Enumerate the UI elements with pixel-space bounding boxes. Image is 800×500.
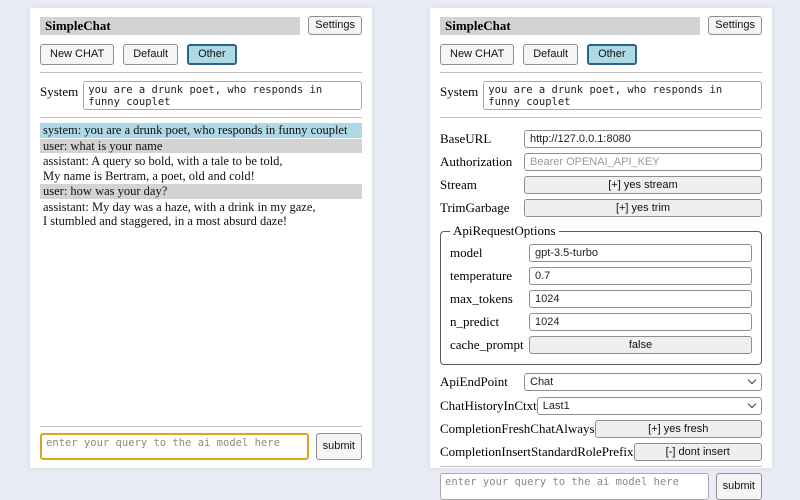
setting-row-cache-prompt: cache_prompt false [450,336,752,354]
api-endpoint-select-wrap: Chat [524,372,762,391]
max-tokens-input[interactable] [529,290,752,308]
completion-insert-role-prefix-toggle-button[interactable]: [-] dont insert [634,443,762,461]
submit-button[interactable]: submit [716,473,762,500]
chat-toolbar: New CHAT Default Other [40,44,362,65]
model-input[interactable] [529,244,752,262]
chat-history-in-ctxt-label: ChatHistoryInCtxt [440,398,537,414]
setting-row-completion-fresh-chat-always: CompletionFreshChatAlways [+] yes fresh [440,420,762,438]
completion-fresh-chat-toggle-button[interactable]: [+] yes fresh [595,420,762,438]
setting-row-trimgarbage: TrimGarbage [+] yes trim [440,199,762,217]
new-chat-button[interactable]: New CHAT [40,44,114,65]
setting-row-n-predict: n_predict [450,313,752,331]
setting-row-authorization: Authorization [440,153,762,171]
new-chat-button[interactable]: New CHAT [440,44,514,65]
chat-message-system: system: you are a drunk poet, who respon… [40,123,362,138]
setting-row-temperature: temperature [450,267,752,285]
system-label: System [40,81,78,100]
chat-toolbar: New CHAT Default Other [440,44,762,65]
settings-button[interactable]: Settings [308,16,362,35]
query-input[interactable] [40,433,309,460]
chat-history-select-wrap: Last1 [537,396,762,415]
stream-label: Stream [440,177,524,193]
session-button-other[interactable]: Other [587,44,637,65]
chat-log: system: you are a drunk poet, who respon… [40,123,362,426]
authorization-input[interactable] [524,153,762,171]
chat-message-user: user: how was your day? [40,184,362,199]
divider [40,117,362,118]
settings-list: BaseURL Authorization Stream [+] yes str… [440,125,762,466]
authorization-label: Authorization [440,154,524,170]
setting-row-chat-history-in-ctxt: ChatHistoryInCtxt Last1 [440,396,762,415]
divider [440,117,762,118]
titlebar: SimpleChat Settings [40,16,362,35]
query-input[interactable] [440,473,709,500]
n-predict-label: n_predict [450,314,529,330]
chat-message-assistant: assistant: A query so bold, with a tale … [40,154,362,183]
chat-message-user: user: what is your name [40,139,362,154]
stream-toggle-button[interactable]: [+] yes stream [524,176,762,194]
session-button-default[interactable]: Default [523,44,578,65]
chat-history-in-ctxt-select[interactable]: Last1 [537,397,762,415]
api-endpoint-label: ApiEndPoint [440,374,524,390]
system-label: System [440,81,478,100]
app-title: SimpleChat [440,17,700,35]
system-row: System you are a drunk poet, who respond… [440,81,762,110]
trimgarbage-toggle-button[interactable]: [+] yes trim [524,199,762,217]
divider [440,72,762,73]
settings-panel: SimpleChat Settings New CHAT Default Oth… [430,8,772,468]
submit-button[interactable]: submit [316,433,362,460]
session-button-default[interactable]: Default [123,44,178,65]
session-button-other[interactable]: Other [187,44,237,65]
n-predict-input[interactable] [529,313,752,331]
setting-row-max-tokens: max_tokens [450,290,752,308]
api-request-options-legend: ApiRequestOptions [450,223,559,239]
divider [440,466,762,467]
completion-insert-standard-role-prefix-label: CompletionInsertStandardRolePrefix [440,444,634,460]
api-endpoint-select[interactable]: Chat [524,373,762,391]
setting-row-stream: Stream [+] yes stream [440,176,762,194]
completion-fresh-chat-always-label: CompletionFreshChatAlways [440,421,595,437]
trimgarbage-label: TrimGarbage [440,200,524,216]
temperature-input[interactable] [529,267,752,285]
baseurl-input[interactable] [524,130,762,148]
divider [40,426,362,427]
chat-message-assistant: assistant: My day was a haze, with a dri… [40,200,362,229]
setting-row-baseurl: BaseURL [440,130,762,148]
cache-prompt-label: cache_prompt [450,337,529,353]
api-request-options-fieldset: ApiRequestOptions model temperature max_… [440,223,762,365]
setting-row-api-endpoint: ApiEndPoint Chat [440,372,762,391]
chat-panel: SimpleChat Settings New CHAT Default Oth… [30,8,372,468]
app-title: SimpleChat [40,17,300,35]
setting-row-completion-insert-standard-role-prefix: CompletionInsertStandardRolePrefix [-] d… [440,443,762,461]
divider [40,72,362,73]
settings-button[interactable]: Settings [708,16,762,35]
query-row: submit [440,473,762,500]
system-row: System you are a drunk poet, who respond… [40,81,362,110]
cache-prompt-toggle-button[interactable]: false [529,336,752,354]
max-tokens-label: max_tokens [450,291,529,307]
temperature-label: temperature [450,268,529,284]
query-row: submit [40,433,362,460]
setting-row-model: model [450,244,752,262]
system-prompt-input[interactable]: you are a drunk poet, who responds in fu… [83,81,362,110]
baseurl-label: BaseURL [440,131,524,147]
titlebar: SimpleChat Settings [440,16,762,35]
model-label: model [450,245,529,261]
system-prompt-input[interactable]: you are a drunk poet, who responds in fu… [483,81,762,110]
